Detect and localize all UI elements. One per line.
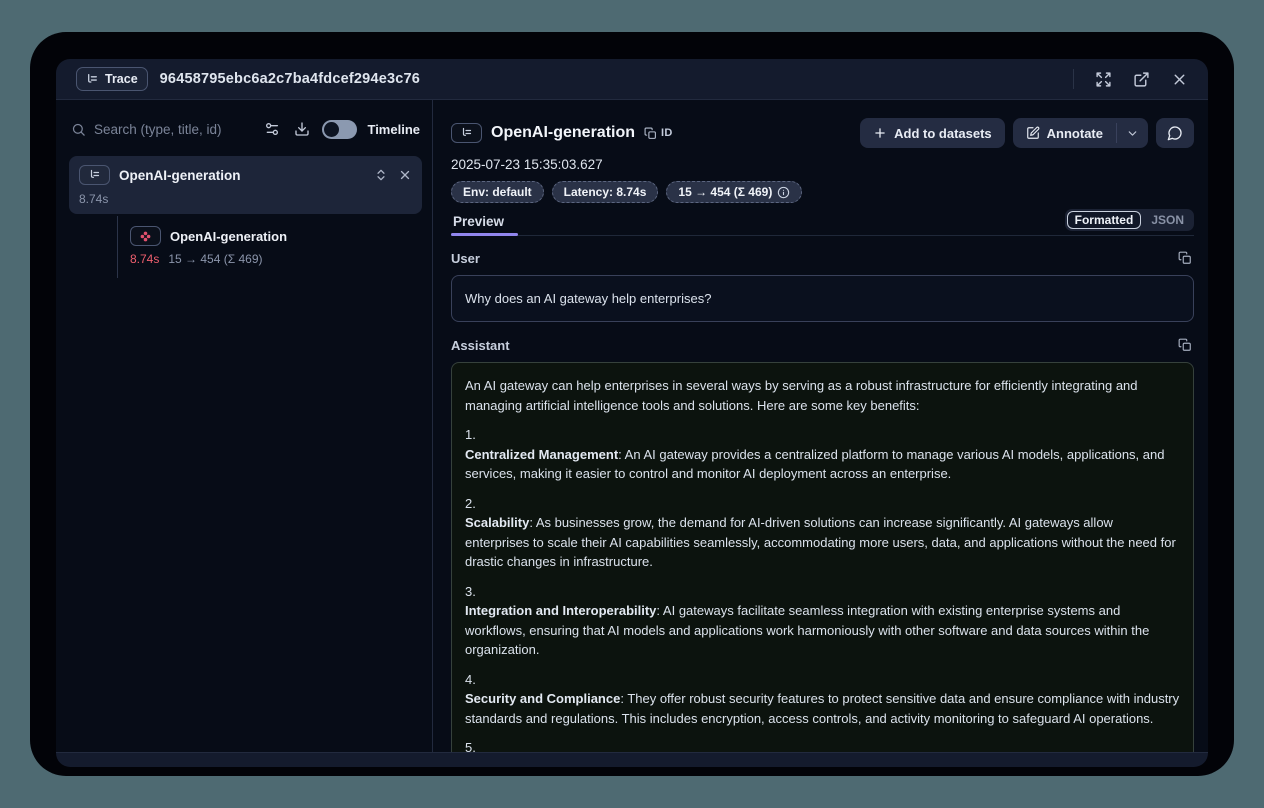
tree-item-trace-root[interactable]: OpenAI-generation 8.74s <box>69 156 422 214</box>
tab-preview[interactable]: Preview <box>451 214 508 235</box>
search-icon <box>71 122 86 137</box>
download-icon <box>294 121 310 137</box>
assistant-list-item: 4.Security and Compliance: They offer ro… <box>465 670 1180 729</box>
assistant-message-section: Assistant An AI gateway can help enterpr… <box>451 335 1194 752</box>
tree-child-duration: 8.74s <box>130 252 159 266</box>
search-input[interactable] <box>94 122 252 137</box>
view-settings-button[interactable] <box>262 119 282 139</box>
search-box <box>71 122 252 137</box>
user-message-box: Why does an AI gateway help enterprises? <box>451 275 1194 322</box>
observation-title: OpenAI-generation <box>491 124 635 142</box>
format-toggle-json[interactable]: JSON <box>1143 211 1192 229</box>
expand-all-button[interactable] <box>374 168 388 182</box>
collapse-all-button[interactable] <box>398 168 412 182</box>
close-icon <box>1171 71 1188 88</box>
tree-root-label: OpenAI-generation <box>119 168 241 183</box>
copy-id-button[interactable]: ID <box>644 127 673 140</box>
collapse-x-icon <box>398 168 412 182</box>
generation-node-badge <box>130 226 161 246</box>
tree-item-generation[interactable]: OpenAI-generation 8.74s 15 → 454 (Σ 469) <box>130 226 422 266</box>
edit-square-icon <box>1026 126 1040 140</box>
assistant-list-item: 5. <box>465 738 1180 752</box>
copy-icon <box>1178 338 1192 352</box>
tree-guide-line <box>117 216 118 278</box>
user-message-text: Why does an AI gateway help enterprises? <box>465 291 711 306</box>
generation-icon <box>139 230 152 243</box>
trace-topbar: Trace 96458795ebc6a2c7ba4fdcef294e3c76 <box>56 59 1208 100</box>
trace-type-badge: Trace <box>76 67 148 91</box>
download-button[interactable] <box>292 119 312 139</box>
toggle-knob <box>324 122 339 137</box>
comments-button[interactable] <box>1156 118 1194 148</box>
list-tree-icon <box>461 127 473 139</box>
tree-child-tokens: 15 → 454 (Σ 469) <box>168 252 262 266</box>
unfold-vertical-icon <box>374 168 388 182</box>
copy-icon <box>1178 251 1192 265</box>
close-button[interactable] <box>1169 69 1190 90</box>
metadata-badges: Env: default Latency: 8.74s 15 → 454 (Σ … <box>451 181 1194 203</box>
observation-actions: Add to datasets Annotate <box>860 118 1194 148</box>
copy-user-message-button[interactable] <box>1176 249 1194 267</box>
id-label: ID <box>661 127 673 139</box>
assistant-section-title: Assistant <box>451 338 510 353</box>
list-tree-icon <box>86 73 99 86</box>
trace-tree-sidebar: Timeline OpenAI-generation <box>56 100 433 752</box>
topbar-actions <box>1073 69 1190 90</box>
user-section-title: User <box>451 251 480 266</box>
sliders-icon <box>264 121 280 137</box>
token-usage-badge: 15 → 454 (Σ 469) <box>666 181 802 203</box>
copy-icon <box>644 127 657 140</box>
tree-root-duration: 8.74s <box>79 192 108 206</box>
copy-assistant-message-button[interactable] <box>1176 336 1194 354</box>
env-badge: Env: default <box>451 181 544 203</box>
assistant-list-item: 1.Centralized Management: An AI gateway … <box>465 425 1180 484</box>
comment-bubble-icon <box>1167 125 1183 141</box>
assistant-list-item: 2.Scalability: As businesses grow, the d… <box>465 494 1180 572</box>
format-toggle-formatted[interactable]: Formatted <box>1067 211 1142 229</box>
tree-children: OpenAI-generation 8.74s 15 → 454 (Σ 469) <box>69 214 422 266</box>
observation-tree: OpenAI-generation 8.74s <box>69 156 422 266</box>
external-link-icon <box>1133 71 1150 88</box>
plus-icon <box>873 126 887 140</box>
annotate-button[interactable]: Annotate <box>1013 118 1116 148</box>
chevron-down-icon <box>1126 127 1139 140</box>
expand-icon <box>1095 71 1112 88</box>
detail-tabs: Preview Formatted JSON <box>451 209 1194 236</box>
annotate-split-button: Annotate <box>1013 118 1148 148</box>
topbar-divider <box>1073 69 1074 89</box>
observation-detail-panel: OpenAI-generation ID Add to datasets <box>433 100 1208 752</box>
assistant-message-box: An AI gateway can help enterprises in se… <box>451 362 1194 752</box>
format-toggle-group: Formatted JSON <box>1065 209 1194 231</box>
expand-fullscreen-button[interactable] <box>1093 69 1114 90</box>
trace-id: 96458795ebc6a2c7ba4fdcef294e3c76 <box>160 71 420 87</box>
timeline-toggle-label: Timeline <box>367 122 420 137</box>
open-in-new-tab-button[interactable] <box>1131 69 1152 90</box>
tree-child-label: OpenAI-generation <box>170 229 287 244</box>
trace-node-badge <box>79 165 110 185</box>
assistant-intro: An AI gateway can help enterprises in se… <box>465 376 1180 415</box>
trace-badge-label: Trace <box>105 72 138 86</box>
annotate-dropdown-button[interactable] <box>1117 118 1148 148</box>
assistant-list-item: 3.Integration and Interoperability: AI g… <box>465 582 1180 660</box>
timeline-toggle[interactable] <box>322 120 357 139</box>
info-icon[interactable] <box>777 186 790 199</box>
observation-timestamp: 2025-07-23 15:35:03.627 <box>451 157 1194 172</box>
user-message-section: User Why does an AI gateway help enterpr… <box>451 248 1194 322</box>
observation-header: OpenAI-generation ID Add to datasets <box>451 118 1194 148</box>
sidebar-toolbar: Timeline <box>69 112 422 146</box>
latency-badge: Latency: 8.74s <box>552 181 659 203</box>
list-tree-icon <box>89 169 101 181</box>
add-to-datasets-button[interactable]: Add to datasets <box>860 118 1005 148</box>
observation-type-badge <box>451 123 482 143</box>
trace-content: Timeline OpenAI-generation <box>56 100 1208 753</box>
trace-detail-window: Trace 96458795ebc6a2c7ba4fdcef294e3c76 <box>56 59 1208 767</box>
